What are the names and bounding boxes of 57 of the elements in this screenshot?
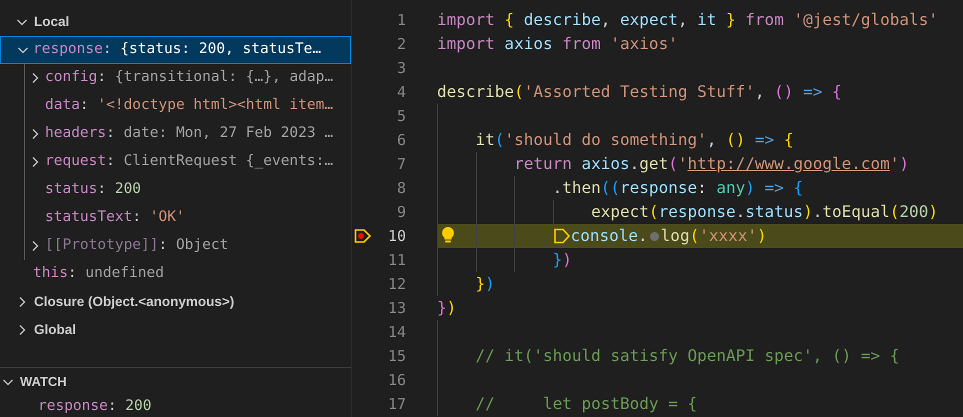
line-number: 9 [396,202,406,223]
variable-text: headers: date: Mon, 27 Feb 2023 … [45,124,334,144]
variable-text: this: undefined [33,264,164,284]
code-text: console. [570,225,648,247]
watch-expression: response: 200 [38,397,152,416]
line-number: 5 [396,106,406,127]
scope-row[interactable]: Global [0,316,351,344]
code-text: it('should do something', () => { [474,129,794,151]
line-number: 14 [386,322,406,343]
variable-text: response: {status: 200, statusTe… [33,40,322,60]
variable-row[interactable]: data: '<!doctype html><html item… [0,92,351,120]
variable-text: data: '<!doctype html><html item… [45,96,334,116]
stop-location-icon[interactable] [552,227,571,245]
code-text: }) [474,273,495,295]
variable-row[interactable]: headers: date: Mon, 27 Feb 2023 … [0,120,351,148]
variable-row[interactable]: status: 200 [0,176,351,204]
code-text: // let postBody = { [474,393,698,415]
variable-row[interactable]: [[Prototype]]: Object [0,232,351,260]
variable-row[interactable]: config: {transitional: {…}, adap… [0,64,351,92]
variable-row[interactable]: statusText: 'OK' [0,204,351,232]
scope-row[interactable]: Local [0,8,351,36]
variable-row[interactable]: response: {status: 200, statusTe… [0,36,351,64]
code-text: import { describe, expect, it } from '@jest/globals' [437,9,938,31]
code-text: describe('Assorted Testing Stuff', () => { [437,81,842,103]
line-number: 7 [396,154,406,175]
code-text: expect(response.status).toEqual(200) [590,201,938,223]
code-text: import axios from 'axios' [437,33,678,55]
line-number: 13 [386,298,406,319]
line-number: 10 [386,226,406,247]
code-text: .then((response: any) => { [552,177,804,199]
code-text: log('xxxx') [660,225,767,247]
line-number: 15 [386,346,406,367]
code-text: // it('should satisfy OpenAPI spec', () => { [474,345,900,367]
code-text: return axios.get('http://www.google.com') [513,153,910,175]
variable-text: request: ClientRequest {_events:… [45,152,334,172]
lightbulb-icon[interactable] [441,226,455,244]
watch-header[interactable]: WATCH [0,367,351,395]
line-number: 12 [386,274,406,295]
line-number: 4 [396,82,406,103]
variable-row[interactable]: this: undefined [0,260,351,288]
line-number: 1 [396,10,406,31]
line-number: 8 [396,178,406,199]
paused-breakpoint-icon[interactable] [354,228,372,244]
variable-text: status: 200 [45,180,142,200]
variable-text: statusText: 'OK' [45,208,185,228]
code-text: }) [552,249,572,271]
line-number: 6 [396,130,406,151]
line-number: 16 [386,370,406,391]
scope-row[interactable]: Closure (Object.<anonymous>) [0,288,351,316]
line-number: 17 [386,394,406,415]
variable-text: [[Prototype]]: Object [45,236,228,256]
line-number: 2 [396,34,406,55]
variable-row[interactable]: request: ClientRequest {_events:… [0,148,351,176]
line-number: 11 [386,250,406,271]
code-text: }) [437,297,456,319]
variable-text: config: {transitional: {…}, adap… [45,68,334,88]
line-number: 3 [396,58,406,79]
